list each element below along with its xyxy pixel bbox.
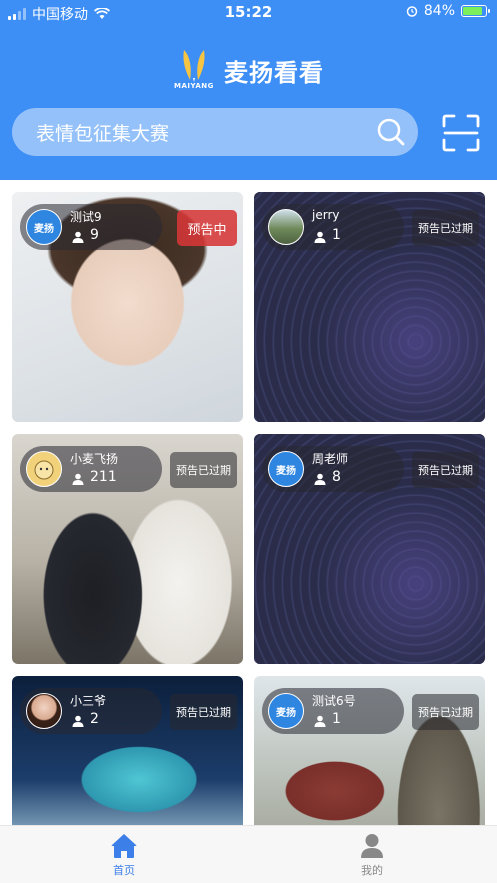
header: 中国移动 15:22 84% MAIYANG 麦扬看看 表情包征集大赛 <box>0 0 497 180</box>
owner-name: 测试9 <box>70 210 102 224</box>
event-card[interactable]: 小麦飞扬 211 预告已过期 <box>12 434 243 664</box>
avatar: 麦扬 <box>268 451 304 487</box>
owner-name: 周老师 <box>312 452 349 466</box>
logo-subtitle: MAIYANG <box>174 82 214 90</box>
card-owner: 麦扬 测试6号 1 <box>262 688 404 734</box>
person-icon <box>72 715 84 727</box>
person-icon <box>314 231 326 243</box>
status-badge: 预告已过期 <box>170 452 237 488</box>
card-owner: 麦扬 周老师 8 <box>262 446 404 492</box>
card-owner: 小三爷 2 <box>20 688 162 734</box>
participant-count: 2 <box>90 711 99 727</box>
tab-home[interactable]: 首页 <box>74 832 174 883</box>
person-icon <box>72 473 84 485</box>
avatar <box>268 209 304 245</box>
card-owner: 麦扬 测试9 9 <box>20 204 162 250</box>
event-card[interactable]: 麦扬 测试6号 1 预告已过期 <box>254 676 485 825</box>
card-owner: 小麦飞扬 211 <box>20 446 162 492</box>
tab-mine[interactable]: 我的 <box>322 832 422 883</box>
search-icon[interactable] <box>376 117 406 147</box>
status-badge: 预告已过期 <box>170 694 237 730</box>
event-card[interactable]: 麦扬 测试9 9 预告中 <box>12 192 243 422</box>
tab-mine-label: 我的 <box>361 864 383 877</box>
event-card[interactable]: 小三爷 2 预告已过期 <box>12 676 243 825</box>
person-icon <box>314 715 326 727</box>
status-bar: 中国移动 15:22 84% <box>0 0 497 26</box>
battery-percent: 84% <box>423 3 455 19</box>
participant-count: 1 <box>332 227 341 243</box>
avatar <box>26 451 62 487</box>
owner-name: jerry <box>312 208 340 222</box>
status-badge: 预告已过期 <box>412 694 479 730</box>
participant-count: 211 <box>90 469 117 485</box>
owner-name: 测试6号 <box>312 694 356 708</box>
person-icon <box>314 473 326 485</box>
cartoon-avatar-icon <box>34 460 54 480</box>
tab-home-label: 首页 <box>113 864 135 877</box>
avatar <box>26 693 62 729</box>
event-grid: 麦扬 测试9 9 预告中 jerry 1 预告已过期 小麦飞扬 211 预告已过… <box>0 180 497 825</box>
owner-name: 小麦飞扬 <box>70 452 119 466</box>
status-badge: 预告已过期 <box>412 452 479 488</box>
participant-count: 9 <box>90 227 99 243</box>
person-icon <box>72 231 84 243</box>
battery-icon <box>461 5 490 17</box>
status-badge: 预告已过期 <box>412 210 479 246</box>
home-icon <box>111 834 137 858</box>
user-icon <box>361 834 383 858</box>
search-placeholder: 表情包征集大赛 <box>36 122 170 145</box>
search-bar[interactable]: 表情包征集大赛 <box>12 108 418 156</box>
owner-name: 小三爷 <box>70 694 107 708</box>
event-card[interactable]: jerry 1 预告已过期 <box>254 192 485 422</box>
tab-bar: 首页 我的 <box>0 825 497 883</box>
status-badge: 预告中 <box>177 210 237 246</box>
logo-mark-icon: MAIYANG <box>174 48 216 92</box>
app-title: 麦扬看看 <box>224 58 324 87</box>
participant-count: 1 <box>332 711 341 727</box>
event-card[interactable]: 麦扬 周老师 8 预告已过期 <box>254 434 485 664</box>
scan-icon[interactable] <box>442 114 480 152</box>
avatar: 麦扬 <box>268 693 304 729</box>
avatar: 麦扬 <box>26 209 62 245</box>
card-owner: jerry 1 <box>262 204 404 250</box>
app-logo: MAIYANG 麦扬看看 <box>174 48 324 92</box>
participant-count: 8 <box>332 469 341 485</box>
alarm-icon <box>406 6 418 17</box>
